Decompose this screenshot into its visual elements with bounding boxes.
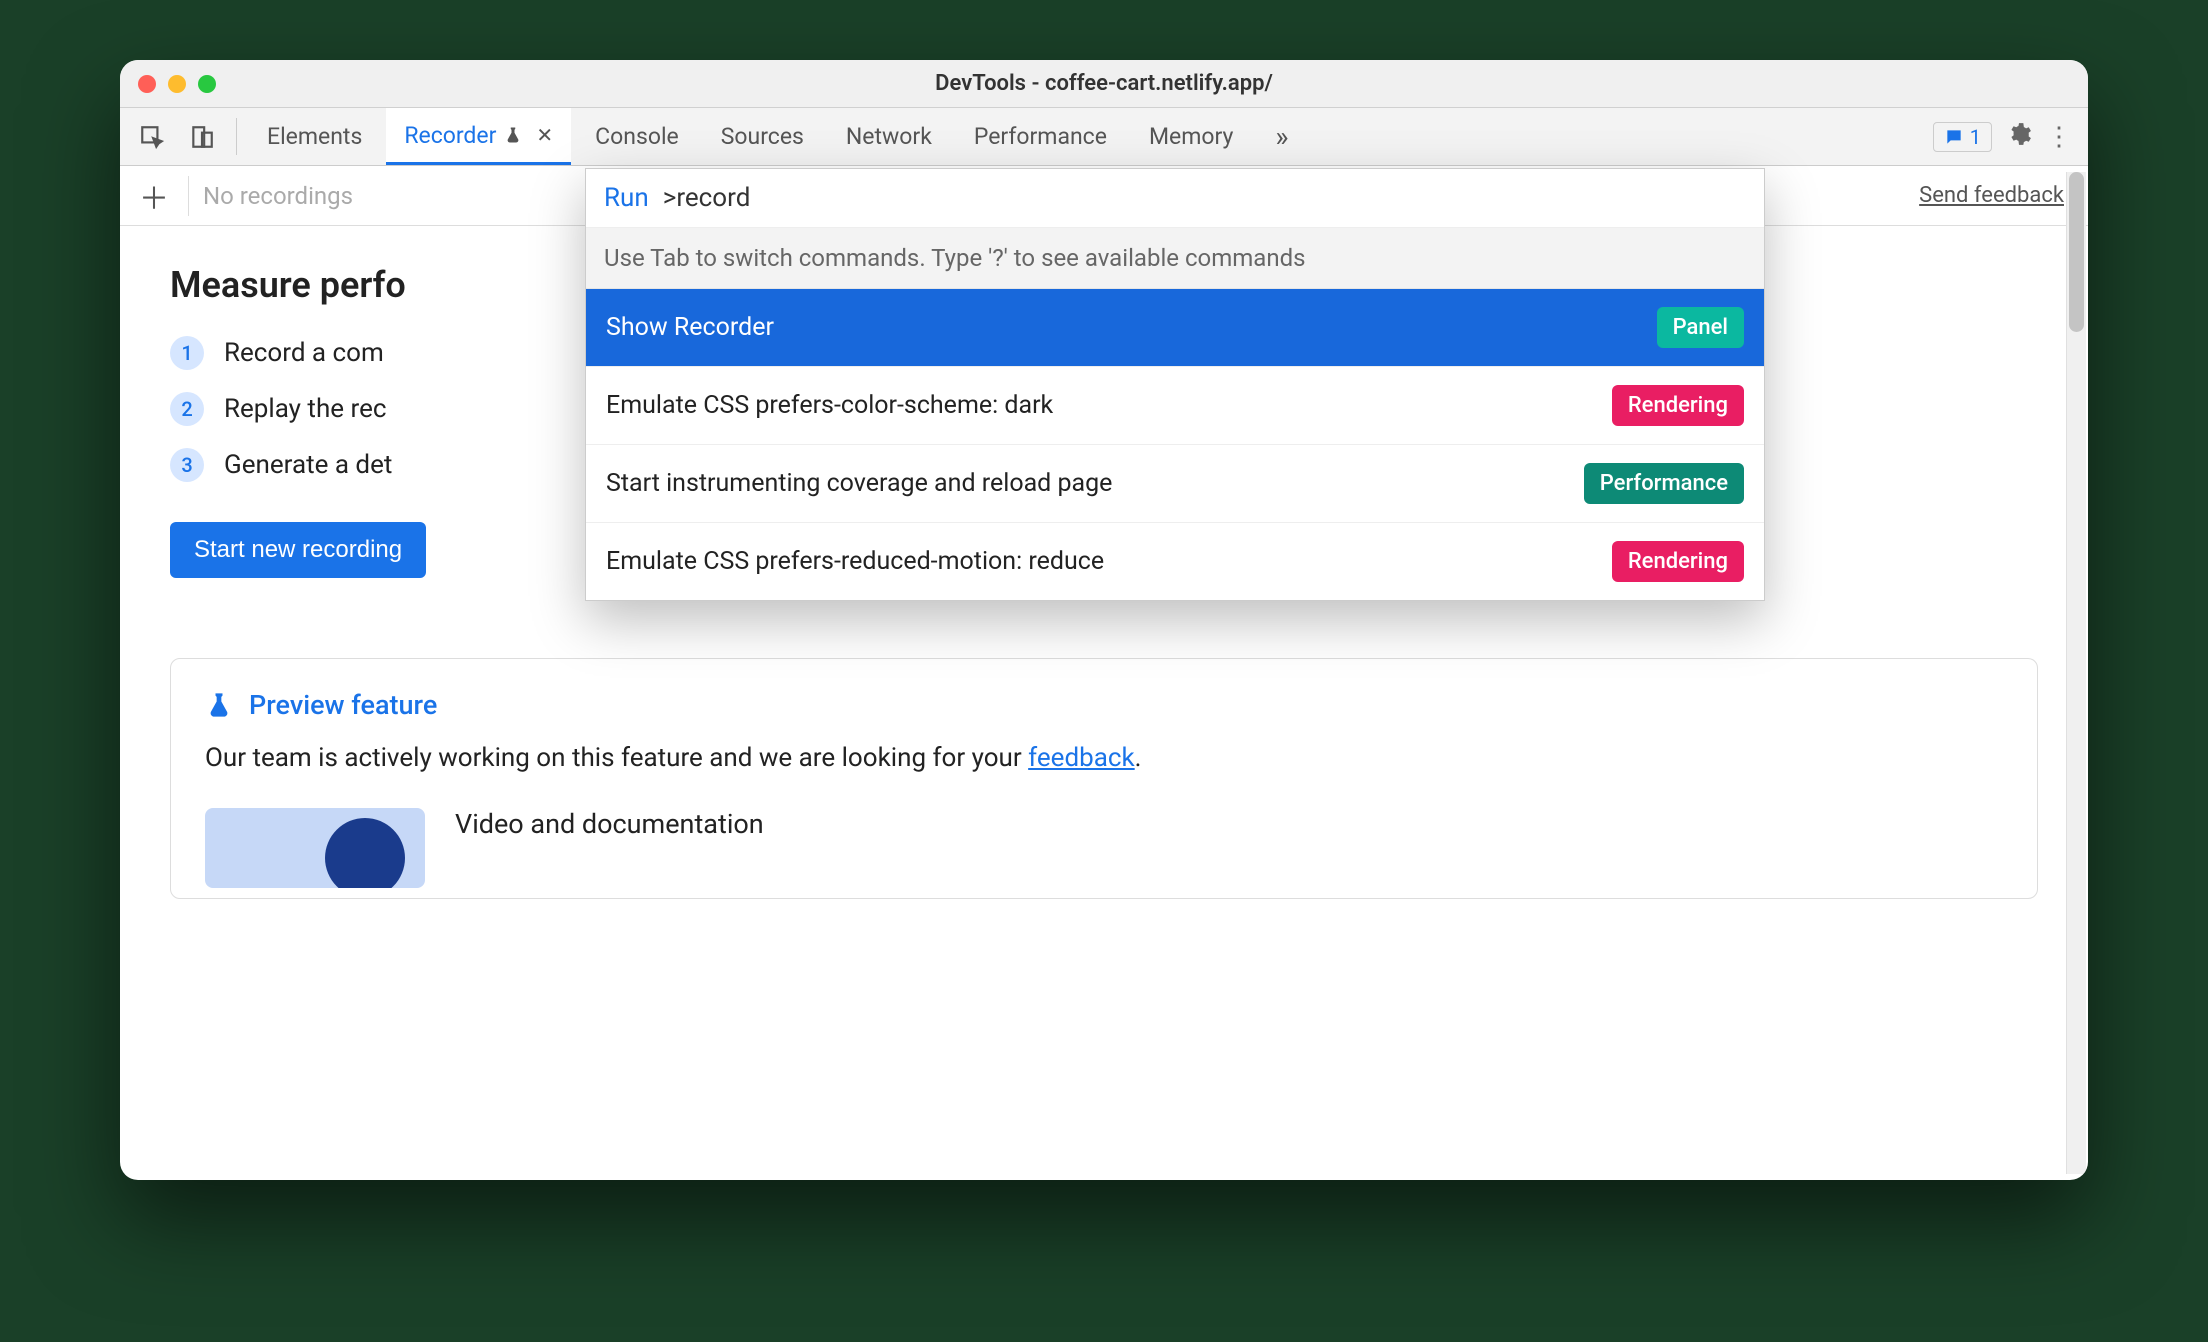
command-item-label: Emulate CSS prefers-reduced-motion: redu… <box>606 547 1104 576</box>
tab-label: Performance <box>974 123 1107 150</box>
tab-sources[interactable]: Sources <box>703 108 822 165</box>
command-item-show-recorder[interactable]: Show Recorder Panel <box>586 289 1764 367</box>
devtools-window: DevTools - coffee-cart.netlify.app/ Elem… <box>120 60 2088 1180</box>
step-number: 1 <box>170 336 204 370</box>
close-window-button[interactable] <box>138 75 156 93</box>
start-recording-button[interactable]: Start new recording <box>170 522 426 578</box>
close-tab-icon[interactable]: ✕ <box>536 123 553 147</box>
command-input-row[interactable]: Run >record <box>586 169 1764 228</box>
step-label: Replay the rec <box>224 394 386 424</box>
feedback-link[interactable]: feedback <box>1028 743 1135 773</box>
step-label: Record a com <box>224 338 384 368</box>
tab-elements[interactable]: Elements <box>249 108 380 165</box>
tabstrip: Elements Recorder ✕ Console Sources Netw… <box>120 108 2088 166</box>
separator <box>188 176 189 216</box>
tab-label: Network <box>846 123 932 150</box>
command-item-reduced-motion[interactable]: Emulate CSS prefers-reduced-motion: redu… <box>586 523 1764 600</box>
flask-icon <box>205 691 233 719</box>
tab-label: Memory <box>1149 123 1233 150</box>
command-item-label: Start instrumenting coverage and reload … <box>606 469 1112 498</box>
command-input[interactable]: >record <box>663 183 751 213</box>
command-hint: Use Tab to switch commands. Type '?' to … <box>586 228 1764 289</box>
card-text-suffix: . <box>1135 743 1142 773</box>
preview-feature-card: Preview feature Our team is actively wor… <box>170 658 2038 899</box>
device-toolbar-icon[interactable] <box>180 108 224 165</box>
card-body: Our team is actively working on this fea… <box>205 739 2003 778</box>
titlebar: DevTools - coffee-cart.netlify.app/ <box>120 60 2088 108</box>
tabstrip-right: 1 ⋮ <box>1933 108 2088 165</box>
minimize-window-button[interactable] <box>168 75 186 93</box>
step-label: Generate a det <box>224 450 392 480</box>
video-row: Video and documentation <box>205 808 2003 888</box>
tab-label: Console <box>595 123 679 150</box>
card-text: Our team is actively working on this fea… <box>205 743 1028 773</box>
command-menu: Run >record Use Tab to switch commands. … <box>585 168 1765 601</box>
video-thumbnail[interactable] <box>205 808 425 888</box>
issues-count: 1 <box>1970 125 1981 149</box>
step-number: 3 <box>170 448 204 482</box>
tab-performance[interactable]: Performance <box>956 108 1125 165</box>
traffic-lights <box>138 75 216 93</box>
badge-rendering: Rendering <box>1612 385 1744 426</box>
command-item-label: Show Recorder <box>606 313 774 342</box>
tab-network[interactable]: Network <box>828 108 950 165</box>
zoom-window-button[interactable] <box>198 75 216 93</box>
badge-performance: Performance <box>1584 463 1744 504</box>
flask-icon <box>504 126 522 144</box>
video-title: Video and documentation <box>455 808 764 840</box>
badge-panel: Panel <box>1657 307 1744 348</box>
tab-label: Elements <box>267 123 362 150</box>
card-header: Preview feature <box>205 689 2003 721</box>
tab-console[interactable]: Console <box>577 108 697 165</box>
tab-memory[interactable]: Memory <box>1131 108 1251 165</box>
command-item-label: Emulate CSS prefers-color-scheme: dark <box>606 391 1053 420</box>
more-tabs-icon[interactable]: » <box>1257 108 1306 165</box>
kebab-menu-icon[interactable]: ⋮ <box>2046 122 2072 152</box>
tab-label: Recorder <box>404 122 496 149</box>
tab-label: Sources <box>721 123 804 150</box>
recordings-placeholder: No recordings <box>203 182 353 210</box>
inspect-element-icon[interactable] <box>130 108 174 165</box>
scrollbar-thumb[interactable] <box>2069 172 2084 332</box>
settings-icon[interactable] <box>2006 121 2032 153</box>
window-title: DevTools - coffee-cart.netlify.app/ <box>120 71 2088 96</box>
send-feedback-link[interactable]: Send feedback <box>1919 183 2064 208</box>
vertical-scrollbar[interactable] <box>2066 172 2086 1174</box>
step-number: 2 <box>170 392 204 426</box>
add-recording-button[interactable]: ＋ <box>134 174 174 218</box>
issues-button[interactable]: 1 <box>1933 122 1992 152</box>
command-item-emulate-dark[interactable]: Emulate CSS prefers-color-scheme: dark R… <box>586 367 1764 445</box>
card-title: Preview feature <box>249 689 437 721</box>
badge-rendering: Rendering <box>1612 541 1744 582</box>
command-item-coverage[interactable]: Start instrumenting coverage and reload … <box>586 445 1764 523</box>
separator <box>236 118 237 155</box>
chat-icon <box>1944 127 1964 147</box>
run-label: Run <box>604 183 649 213</box>
tab-recorder[interactable]: Recorder ✕ <box>386 108 571 165</box>
